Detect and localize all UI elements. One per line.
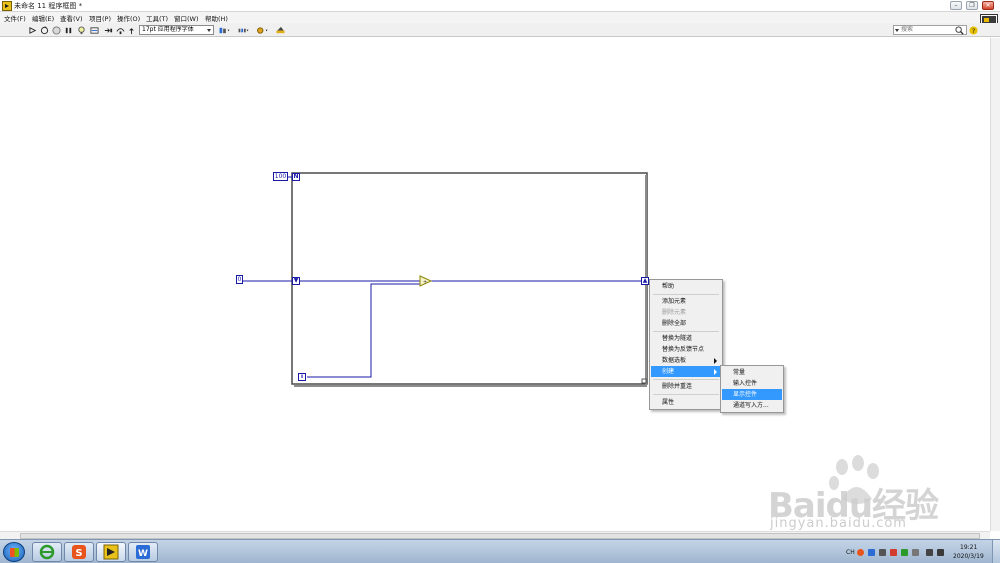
labview-app-icon — [2, 1, 12, 11]
menu-tools[interactable]: 工具(T) — [146, 13, 168, 23]
ctx-remove-all[interactable]: 删除全部 — [651, 318, 721, 329]
help-tray-icon[interactable] — [868, 549, 875, 556]
submenu-constant[interactable]: 常量 — [722, 367, 782, 378]
cleanup-diagram-icon[interactable] — [275, 26, 286, 35]
submenu-arrow-icon — [714, 358, 717, 364]
search-placeholder: 搜索 — [901, 26, 914, 33]
font-size-select-value: 17pt 应用程序字体 — [142, 26, 194, 33]
horizontal-scrollbar[interactable] — [0, 531, 990, 539]
abort-icon[interactable] — [52, 26, 61, 35]
menu-edit[interactable]: 编辑(E) — [32, 13, 54, 23]
taskbar-wps[interactable]: W — [128, 542, 158, 562]
menu-project[interactable]: 项目(P) — [89, 13, 111, 23]
close-button[interactable]: ✕ — [982, 1, 994, 10]
menu-help[interactable]: 帮助(H) — [205, 13, 228, 23]
create-submenu: 常量 输入控件 显示控件 通道写入方... — [720, 365, 784, 413]
show-desktop-button[interactable] — [992, 540, 1000, 563]
sogou-tray-icon[interactable] — [857, 549, 864, 556]
run-continuously-icon[interactable] — [40, 26, 49, 35]
tray-time[interactable]: 19:21 — [960, 544, 977, 551]
ie-browser-icon — [39, 544, 55, 560]
font-size-select[interactable]: 17pt 应用程序字体 — [139, 25, 214, 35]
vertical-scrollbar[interactable] — [990, 38, 1000, 531]
submenu-indicator[interactable]: 显示控件 — [722, 389, 782, 400]
reorder-icon[interactable] — [256, 26, 269, 35]
svg-text:S: S — [75, 548, 82, 559]
display-tray-icon[interactable] — [912, 549, 919, 556]
labview-icon — [103, 544, 119, 560]
watermark-url: jingyan.baidu.com — [770, 516, 907, 531]
toolbar: 17pt 应用程序字体 搜索 ? — [0, 23, 1000, 37]
taskbar-sogou[interactable]: S — [64, 542, 94, 562]
menu-window[interactable]: 窗口(W) — [174, 13, 199, 23]
chevron-down-icon — [207, 29, 211, 32]
step-into-icon[interactable] — [104, 26, 113, 35]
ctx-add-element[interactable]: 添加元素 — [651, 296, 721, 307]
highlight-execution-icon[interactable] — [77, 26, 86, 35]
retain-wire-values-icon[interactable] — [90, 26, 99, 35]
align-objects-icon[interactable] — [218, 26, 231, 35]
loop-count-constant[interactable]: 100 — [273, 172, 288, 181]
tray-language[interactable]: CH — [846, 549, 855, 556]
ctx-separator — [653, 294, 719, 295]
ctx-data-palette[interactable]: 数据选板 — [651, 355, 721, 366]
window-title: 未命名 11 程序框图 * — [14, 2, 83, 10]
ctx-separator — [653, 394, 719, 395]
initial-value-constant[interactable]: 0 — [236, 275, 243, 284]
submenu-control[interactable]: 输入控件 — [722, 378, 782, 389]
pause-icon[interactable] — [64, 26, 73, 35]
security-tray-icon[interactable] — [890, 549, 897, 556]
distribute-objects-icon[interactable] — [237, 26, 250, 35]
resize-handle — [641, 378, 647, 384]
iteration-terminal[interactable]: i — [298, 373, 306, 381]
shift-register-left[interactable]: ▼ — [292, 277, 300, 285]
ctx-properties[interactable]: 属性 — [651, 397, 721, 408]
step-over-icon[interactable] — [116, 26, 125, 35]
sogou-icon: S — [72, 545, 86, 559]
battery-icon[interactable] — [937, 549, 944, 556]
ctx-remove-element[interactable]: 删除元素 — [651, 307, 721, 318]
taskbar-ie-browser[interactable] — [32, 542, 62, 562]
submenu-arrow-icon — [714, 369, 717, 375]
taskbar-labview[interactable] — [96, 542, 126, 562]
menu-file[interactable]: 文件(F) — [4, 13, 26, 23]
ctx-replace-with-feedback-node[interactable]: 替换为反馈节点 — [651, 344, 721, 355]
ctx-separator — [653, 331, 719, 332]
block-diagram-canvas[interactable]: + 100 N 0 ▼ ▲ i 帮助 添加元素 删除元素 删除全部 替换为隧道 … — [0, 38, 990, 531]
volume-icon[interactable] — [926, 549, 933, 556]
ctx-remove-and-rewire[interactable]: 删除并重连 — [651, 381, 721, 392]
network-tray-icon[interactable] — [901, 549, 908, 556]
iteration-wire — [307, 283, 420, 378]
tray-date[interactable]: 2020/3/19 — [953, 553, 984, 560]
start-button[interactable] — [3, 542, 25, 562]
svg-text:?: ? — [972, 28, 975, 35]
ctx-help[interactable]: 帮助 — [651, 281, 721, 292]
ctx-create[interactable]: 创建 — [651, 366, 721, 377]
restore-button[interactable]: ❐ — [966, 1, 978, 10]
svg-text:W: W — [138, 549, 148, 559]
step-out-icon[interactable] — [127, 26, 136, 35]
ctx-create-label: 创建 — [662, 368, 675, 375]
add-function-symbol: + — [423, 280, 427, 286]
title-bar: 未命名 11 程序框图 * – ❐ ✕ — [0, 0, 1000, 12]
taskbar: S W CH 19:21 2020/3/19 — [0, 539, 1000, 563]
wps-icon: W — [136, 545, 150, 559]
ctx-replace-with-tunnels[interactable]: 替换为隧道 — [651, 333, 721, 344]
search-icon[interactable] — [955, 26, 964, 35]
menu-view[interactable]: 查看(V) — [60, 13, 83, 23]
run-arrow-icon[interactable] — [29, 26, 38, 35]
menu-operate[interactable]: 操作(O) — [117, 13, 140, 23]
keyboard-tray-icon[interactable] — [879, 549, 886, 556]
help-icon[interactable]: ? — [969, 26, 978, 35]
menu-bar: 文件(F) 编辑(E) 查看(V) 项目(P) 操作(O) 工具(T) 窗口(W… — [0, 12, 1000, 23]
ctx-separator — [653, 379, 719, 380]
ctx-data-palette-label: 数据选板 — [662, 357, 687, 364]
for-loop-frame — [291, 172, 648, 385]
shift-register-right[interactable]: ▲ — [641, 277, 649, 285]
loop-count-terminal[interactable]: N — [292, 173, 300, 181]
submenu-channel-writer[interactable]: 通道写入方... — [722, 400, 782, 411]
context-menu: 帮助 添加元素 删除元素 删除全部 替换为隧道 替换为反馈节点 数据选板 创建 … — [649, 279, 723, 410]
minimize-button[interactable]: – — [950, 1, 962, 10]
